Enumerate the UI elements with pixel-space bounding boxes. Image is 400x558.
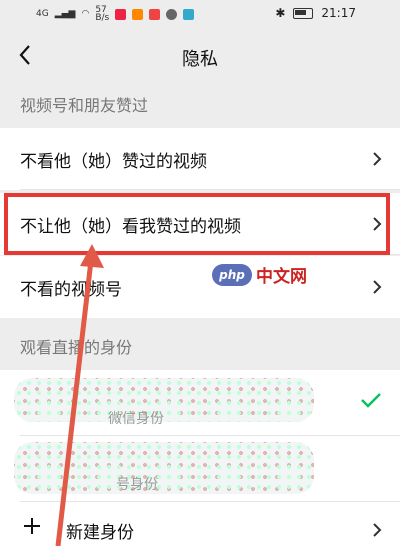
divider (20, 254, 400, 255)
hide-my-liked-videos-row[interactable]: 不让他（她）看我赞过的视频 (0, 193, 400, 255)
plus-icon (22, 516, 42, 540)
app-notification-icon (115, 8, 127, 20)
wifi-icon: ◠ (81, 9, 90, 19)
status-time: 21:17 (321, 6, 356, 20)
chevron-right-icon (372, 522, 400, 538)
identity-subtitle: 号身份 (116, 477, 158, 493)
watermark-logo: php (212, 263, 252, 286)
blurred-avatar-and-name (14, 442, 314, 494)
app-notification-icon (183, 8, 195, 20)
section-header: 观看直播的身份 (0, 326, 400, 366)
status-right: ✱ 21:17 (275, 6, 356, 20)
hide-their-liked-videos-row[interactable]: 不看他（她）赞过的视频 (0, 128, 400, 190)
row-label: 不看的视频号 (20, 279, 122, 300)
row-label: 新建身份 (66, 522, 134, 543)
app-notification-icon (166, 8, 178, 20)
divider (20, 189, 400, 190)
row-label: 不让他（她）看我赞过的视频 (20, 216, 241, 237)
chevron-right-icon (372, 151, 400, 167)
watermark-text: 中文网 (256, 267, 307, 287)
nav-bar: 隐私 (0, 28, 400, 84)
row-label: 不看他（她）赞过的视频 (20, 151, 207, 172)
signal-icon: ▂▄▆ (54, 9, 76, 19)
status-bar: 4G ▂▄▆ ◠ 57 B/s ✱ 21:17 (0, 0, 400, 28)
identity-option-row[interactable]: 微信身份 (0, 370, 400, 436)
watermark: php 中文网 (212, 262, 307, 287)
page-title: 隐私 (182, 49, 218, 70)
new-identity-row[interactable]: 新建身份 (0, 502, 400, 558)
battery-icon (293, 7, 314, 19)
status-left: 4G ▂▄▆ ◠ 57 B/s (36, 5, 195, 23)
check-icon (360, 392, 382, 412)
chevron-right-icon (372, 279, 400, 295)
speed-value: 57 B/s (95, 5, 110, 23)
hidden-channels-row[interactable]: 不看的视频号 (0, 256, 400, 318)
section-header: 视频号和朋友赞过 (0, 84, 400, 124)
blurred-avatar-and-name (14, 378, 314, 422)
chevron-right-icon (372, 216, 400, 232)
signal-text: 4G (36, 9, 49, 19)
app-notification-icon (132, 8, 144, 20)
identity-subtitle: 微信身份 (108, 411, 164, 427)
bluetooth-icon: ✱ (275, 6, 286, 20)
app-notification-icon (149, 8, 161, 20)
identity-option-row[interactable]: 号身份 (0, 436, 400, 502)
